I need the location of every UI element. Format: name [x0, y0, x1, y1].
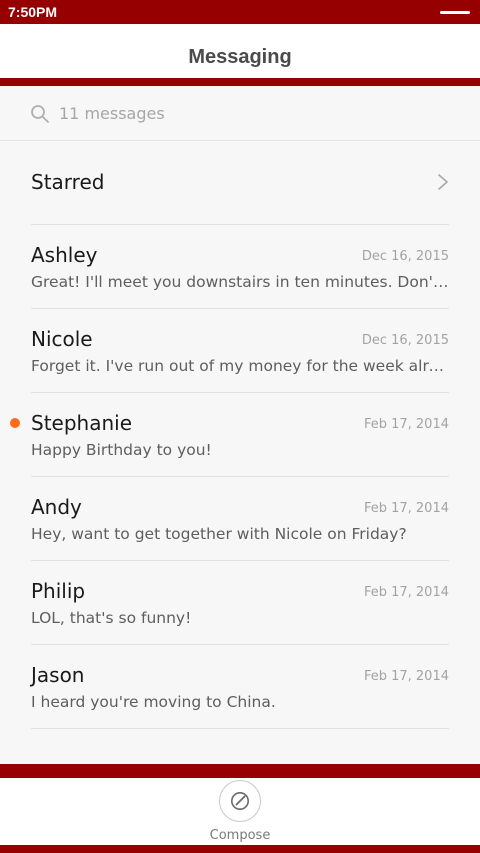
thread-preview: Forget it. I've run out of my money for …: [31, 357, 449, 375]
thread-date: Feb 17, 2014: [363, 417, 449, 432]
bottom-edge: [0, 845, 480, 853]
thread-preview: Hey, want to get together with Nicole on…: [31, 525, 407, 543]
thread-row-andy[interactable]: Andy Feb 17, 2014 Hey, want to get toget…: [31, 477, 449, 561]
thread-name: Jason: [31, 663, 85, 687]
starred-row[interactable]: Starred: [31, 141, 449, 225]
thread-preview: I heard you're moving to China.: [31, 693, 276, 711]
message-list: Starred Ashley Dec 16, 2015 Great! I'll …: [0, 141, 480, 764]
thread-row-ashley[interactable]: Ashley Dec 16, 2015 Great! I'll meet you…: [31, 225, 449, 309]
compose-icon: [231, 792, 249, 810]
thread-date: Feb 17, 2014: [363, 585, 449, 600]
thread-date: Dec 16, 2015: [361, 249, 449, 264]
thread-name: Ashley: [31, 243, 98, 267]
compose-label: Compose: [209, 828, 271, 843]
thread-name: Philip: [31, 579, 86, 603]
thread-preview: LOL, that's so funny!: [31, 609, 192, 627]
chevron-right-icon: [438, 174, 448, 190]
thread-row-stephanie[interactable]: Stephanie Feb 17, 2014 Happy Birthday to…: [10, 393, 449, 477]
search-icon: [31, 105, 49, 123]
status-time: 7:50PM: [8, 4, 58, 20]
thread-date: Dec 16, 2015: [361, 333, 449, 348]
thread-date: Feb 17, 2014: [363, 501, 449, 516]
thread-name: Stephanie: [31, 411, 133, 435]
starred-label: Starred: [31, 170, 105, 194]
bottom-stripe: [0, 764, 480, 778]
thread-preview: Great! I'll meet you downstairs in ten m…: [31, 273, 449, 291]
unread-dot: [10, 418, 20, 428]
bottom-toolbar: Compose: [0, 778, 480, 845]
search-bar[interactable]: 11 messages: [0, 86, 480, 141]
status-indicator: [440, 11, 470, 14]
thread-row-philip[interactable]: Philip Feb 17, 2014 LOL, that's so funny…: [31, 561, 449, 645]
compose-button[interactable]: Compose: [198, 778, 282, 845]
page-title: Messaging: [188, 46, 292, 68]
app-header: Messaging: [0, 24, 480, 78]
thread-date: Feb 17, 2014: [363, 669, 449, 684]
compose-circle[interactable]: [219, 780, 261, 822]
thread-name: Nicole: [31, 327, 93, 351]
thread-preview: Happy Birthday to you!: [31, 441, 212, 459]
thread-row-jason[interactable]: Jason Feb 17, 2014 I heard you're moving…: [31, 645, 449, 729]
status-bar: 7:50PM: [0, 0, 480, 24]
thread-name: Andy: [31, 495, 82, 519]
thread-row-nicole[interactable]: Nicole Dec 16, 2015 Forget it. I've run …: [31, 309, 449, 393]
search-input[interactable]: 11 messages: [59, 104, 165, 124]
header-stripe: [0, 78, 480, 86]
